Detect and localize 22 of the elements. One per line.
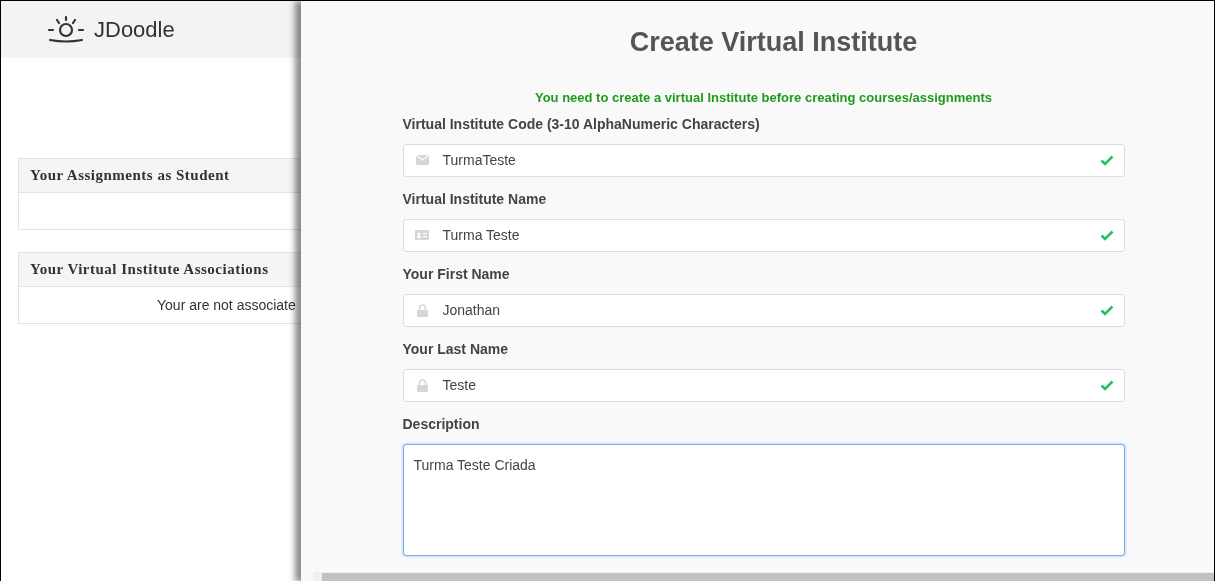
- description-textarea[interactable]: Turma Teste Criada: [402, 443, 1125, 556]
- horizontal-scrollbar[interactable]: [313, 572, 1214, 581]
- id-card-icon: [415, 230, 429, 240]
- sun-logo-icon: [46, 14, 86, 45]
- notice-text: You need to create a virtual Institute before creating courses/assignments: [533, 89, 994, 107]
- field-label: Virtual Institute Name: [402, 189, 548, 209]
- input-field[interactable]: Teste: [402, 368, 1125, 402]
- field-label: Your First Name: [402, 264, 511, 284]
- lock-icon: [416, 303, 428, 317]
- field-label: Your Last Name: [402, 339, 510, 359]
- field-label: Virtual Institute Code (3-10 AlphaNumeric Characters): [402, 114, 761, 134]
- modal-title: Create Virtual Institute: [629, 29, 918, 56]
- panel-title: Your Virtual Institute Associations: [30, 260, 269, 280]
- logo-text: JDoodle: [94, 16, 175, 44]
- input-field[interactable]: Jonathan: [402, 293, 1125, 327]
- panel-title: Your Assignments as Student: [30, 166, 230, 186]
- input-field[interactable]: TurmaTeste: [402, 143, 1125, 177]
- field-label: Description: [402, 414, 481, 434]
- envelope-icon: [415, 155, 429, 165]
- input-field[interactable]: Turma Teste: [402, 218, 1125, 252]
- panel-text: Your are not associate: [157, 295, 296, 315]
- lock-icon: [416, 378, 428, 392]
